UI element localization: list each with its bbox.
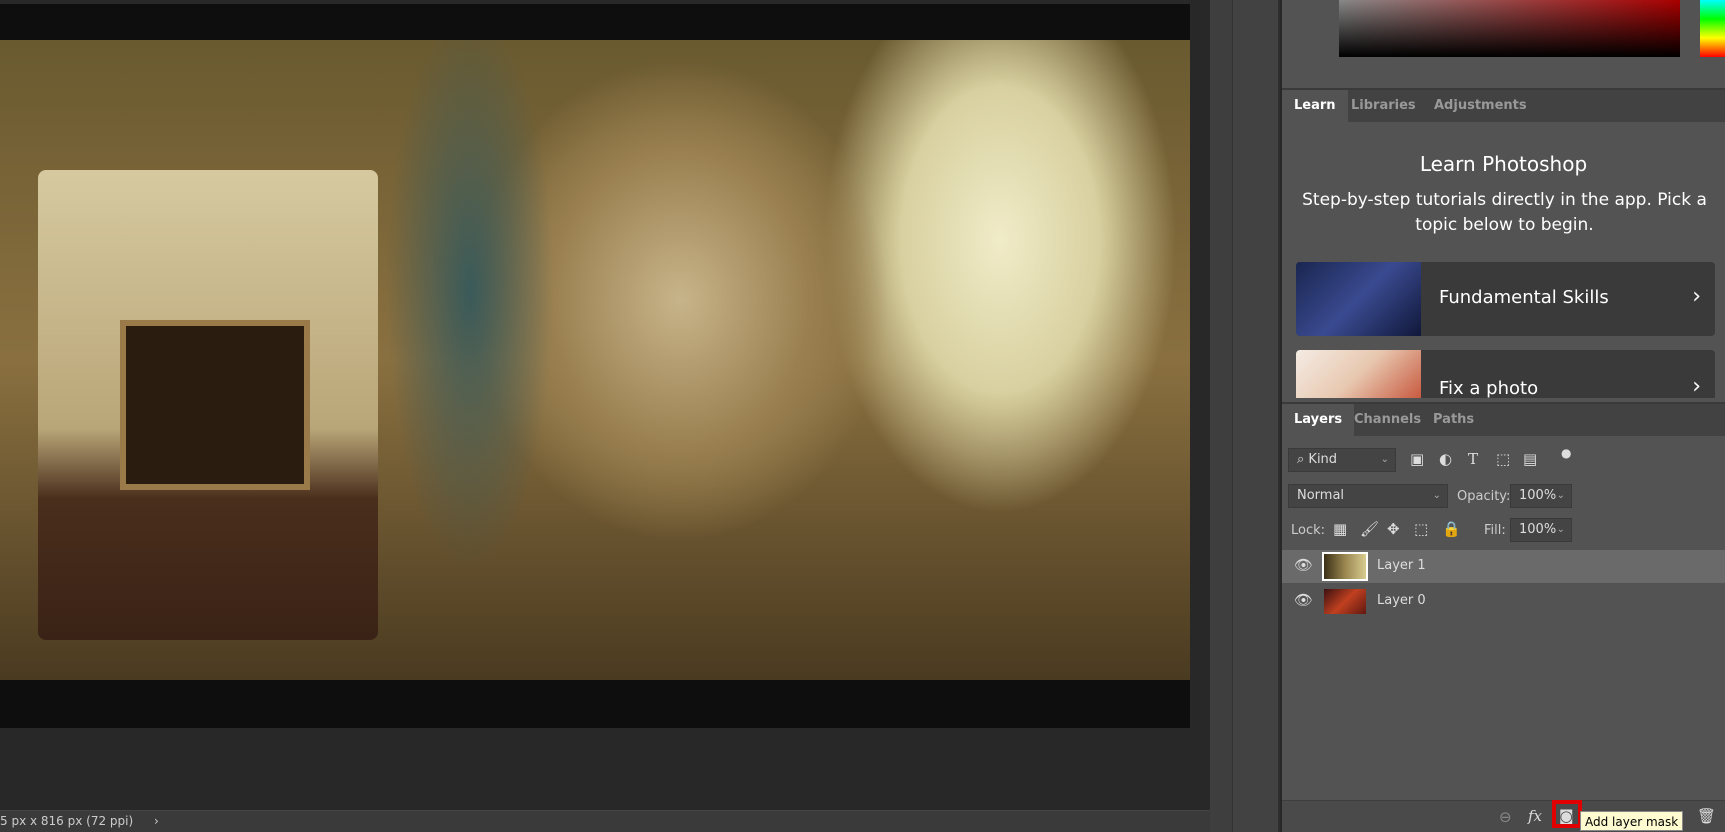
chevron-down-icon: ⌄ bbox=[1432, 490, 1441, 501]
blend-mode-dropdown[interactable]: Normal ⌄ bbox=[1288, 484, 1448, 508]
search-icon: ⌕ bbox=[1297, 452, 1309, 467]
filter-kind-value: Kind bbox=[1308, 452, 1338, 467]
fill-value: 100% bbox=[1519, 522, 1557, 537]
layers-tabs: Layers Channels Paths bbox=[1282, 402, 1725, 436]
layer-row[interactable]: 👁 Layer 0 bbox=[1282, 585, 1725, 618]
fill-input[interactable]: 100% ⌄ bbox=[1510, 518, 1572, 542]
card-label: Fix a photo bbox=[1439, 378, 1539, 398]
opacity-label: Opacity: bbox=[1457, 489, 1511, 504]
link-layers-icon[interactable]: ⊖ bbox=[1499, 808, 1512, 826]
status-menu-chevron[interactable]: › bbox=[154, 814, 159, 828]
chevron-right-icon: › bbox=[1692, 374, 1701, 398]
add-layer-mask-button-highlight[interactable] bbox=[1552, 800, 1582, 828]
image-filter-icon[interactable]: ▣ bbox=[1410, 450, 1424, 468]
status-bar: 5 px x 816 px (72 ppi) › bbox=[0, 810, 1210, 832]
tab-channels[interactable]: Channels bbox=[1342, 404, 1433, 436]
fx-icon[interactable]: fx bbox=[1528, 807, 1542, 825]
hue-slider[interactable] bbox=[1700, 0, 1725, 57]
tab-libraries[interactable]: Libraries bbox=[1339, 90, 1428, 122]
opacity-input[interactable]: 100% ⌄ bbox=[1510, 484, 1572, 508]
filter-kind-dropdown[interactable]: ⌕ Kind ⌄ bbox=[1288, 448, 1396, 472]
card-fundamental-skills[interactable]: Fundamental Skills › bbox=[1296, 262, 1715, 336]
lock-all-icon[interactable]: 🔒 bbox=[1442, 520, 1461, 538]
tab-learn[interactable]: Learn bbox=[1282, 90, 1348, 122]
fill-label: Fill: bbox=[1484, 523, 1506, 538]
chevron-down-icon[interactable]: ⌄ bbox=[1557, 519, 1565, 541]
layer-name: Layer 0 bbox=[1377, 593, 1426, 608]
learn-title: Learn Photoshop bbox=[1419, 152, 1588, 176]
card-thumbnail bbox=[1296, 262, 1421, 336]
eye-icon[interactable]: 👁 bbox=[1294, 556, 1313, 574]
layer-row[interactable]: 👁 Layer 1 bbox=[1282, 550, 1725, 583]
chevron-down-icon[interactable]: ⌄ bbox=[1557, 485, 1565, 507]
lock-position-icon[interactable]: ✥ bbox=[1387, 520, 1400, 538]
blend-mode-value: Normal bbox=[1297, 488, 1345, 503]
trash-icon[interactable]: 🗑 bbox=[1697, 807, 1716, 825]
lock-artboard-icon[interactable]: ⬚ bbox=[1414, 520, 1428, 538]
learn-description: Step-by-step tutorials directly in the a… bbox=[1302, 190, 1707, 235]
tab-adjustments[interactable]: Adjustments bbox=[1422, 90, 1539, 122]
tooltip: Add layer mask bbox=[1580, 811, 1684, 831]
collapsed-panel-column bbox=[1232, 0, 1280, 832]
lock-transparent-pixels-icon[interactable]: ▦ bbox=[1333, 520, 1347, 538]
layer-thumbnail bbox=[1322, 552, 1368, 581]
layer-thumbnail bbox=[1324, 589, 1366, 614]
chevron-down-icon: ⌄ bbox=[1380, 454, 1389, 465]
card-label: Fundamental Skills bbox=[1439, 287, 1609, 308]
card-fix-a-photo[interactable]: Fix a photo › bbox=[1296, 350, 1715, 398]
opacity-value: 100% bbox=[1519, 488, 1557, 503]
document-info: 5 px x 816 px (72 ppi) bbox=[0, 814, 134, 828]
lock-label: Lock: bbox=[1291, 523, 1326, 538]
type-filter-icon[interactable]: T bbox=[1468, 450, 1478, 468]
layer-name: Layer 1 bbox=[1377, 558, 1426, 573]
right-panel-dock: Learn Libraries Adjustments Learn Photos… bbox=[1282, 0, 1725, 832]
eye-icon[interactable]: 👁 bbox=[1294, 591, 1313, 609]
camera-lens bbox=[120, 320, 310, 490]
smart-object-filter-icon[interactable]: ▤ bbox=[1523, 450, 1537, 468]
document-canvas-image[interactable] bbox=[0, 40, 1190, 680]
canvas-scrollbar[interactable] bbox=[1210, 0, 1232, 832]
shape-filter-icon[interactable]: ⬚ bbox=[1496, 450, 1510, 468]
learn-tabs: Learn Libraries Adjustments bbox=[1282, 88, 1725, 122]
chevron-right-icon: › bbox=[1692, 284, 1701, 309]
color-picker-field[interactable] bbox=[1339, 0, 1680, 57]
adjustment-filter-icon[interactable]: ◐ bbox=[1439, 450, 1452, 468]
tab-paths[interactable]: Paths bbox=[1421, 404, 1486, 436]
card-thumbnail bbox=[1296, 350, 1421, 398]
lock-image-pixels-icon[interactable]: 🖌 bbox=[1360, 520, 1379, 538]
filter-toggle-icon[interactable]: ● bbox=[1561, 446, 1571, 460]
